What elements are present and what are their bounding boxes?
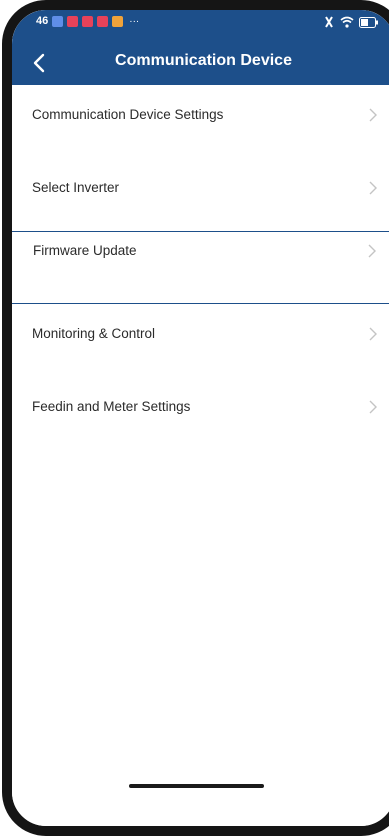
chevron-right-icon — [368, 244, 376, 258]
status-bar: 46 ··· — [12, 10, 389, 32]
phone-frame: 46 ··· Communication Device Communicatio… — [2, 0, 389, 836]
menu-item-monitoring-control[interactable]: Monitoring & Control — [12, 304, 389, 377]
chevron-left-icon — [33, 53, 45, 73]
battery-icon — [359, 15, 379, 33]
mute-icon — [323, 15, 335, 33]
menu-item-communication-device-settings[interactable]: Communication Device Settings — [12, 85, 389, 158]
app-screen: 46 ··· Communication Device Communicatio… — [12, 10, 389, 826]
settings-menu: Communication Device Settings Select Inv… — [12, 85, 389, 450]
status-left: 46 ··· — [36, 15, 139, 27]
chevron-right-icon — [369, 327, 377, 341]
menu-item-feedin-meter-settings[interactable]: Feedin and Meter Settings — [12, 377, 389, 450]
notification-app-icon — [97, 15, 109, 27]
menu-item-label: Firmware Update — [33, 243, 137, 258]
chevron-right-icon — [369, 108, 377, 122]
menu-item-label: Monitoring & Control — [32, 326, 156, 341]
menu-item-label: Feedin and Meter Settings — [32, 399, 191, 414]
more-notifications-indicator: ··· — [129, 15, 140, 27]
chevron-right-icon — [369, 181, 377, 195]
home-indicator[interactable] — [129, 784, 264, 788]
app-header: 46 ··· Communication Device — [12, 10, 389, 85]
notification-app-icon — [82, 15, 94, 27]
menu-item-label: Communication Device Settings — [32, 107, 224, 122]
notification-app-icon — [112, 15, 124, 27]
back-button[interactable] — [26, 50, 52, 76]
notification-app-icon — [52, 15, 64, 27]
nav-bar: Communication Device — [12, 44, 389, 82]
menu-item-firmware-update[interactable]: Firmware Update — [12, 231, 389, 304]
wifi-icon — [340, 15, 354, 33]
menu-item-select-inverter[interactable]: Select Inverter — [12, 158, 389, 231]
menu-item-label: Select Inverter — [32, 180, 120, 195]
chevron-right-icon — [369, 400, 377, 414]
signal-indicator: 46 — [36, 15, 49, 27]
page-title: Communication Device — [115, 52, 292, 69]
status-right — [323, 15, 379, 33]
notification-app-icon — [67, 15, 79, 27]
